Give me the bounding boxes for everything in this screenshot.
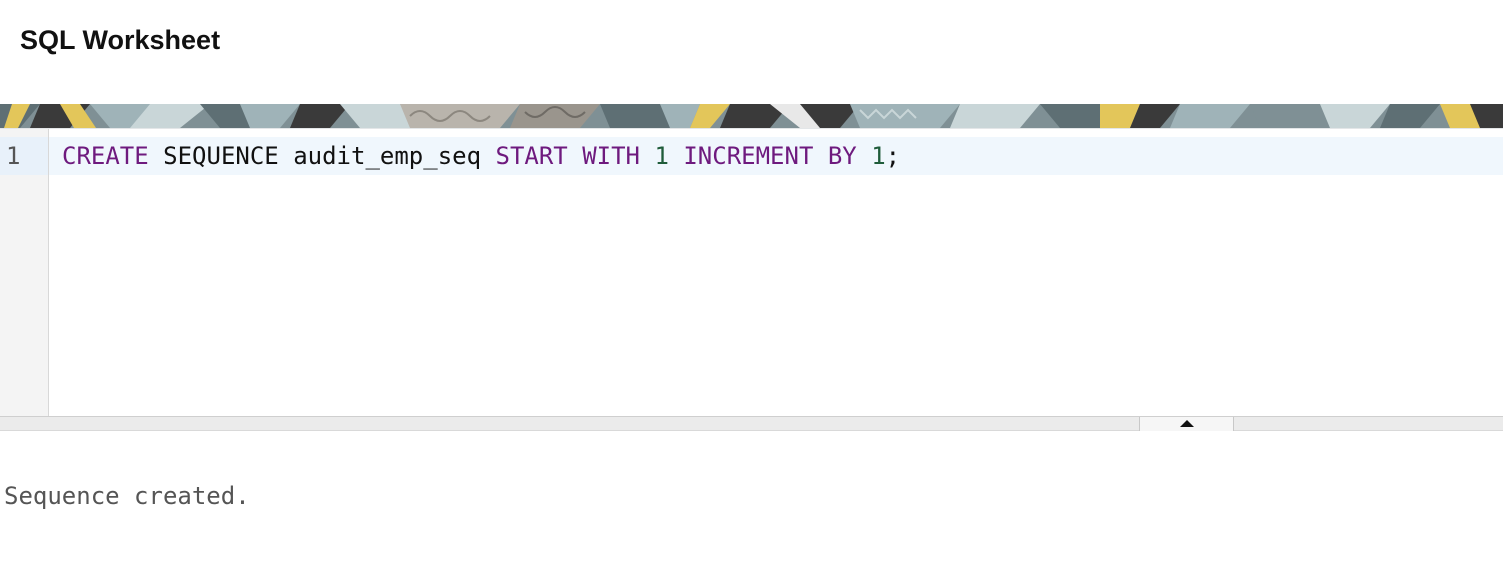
line-number-gutter: 1 xyxy=(0,129,49,417)
page-title: SQL Worksheet xyxy=(20,25,221,55)
output-message: Sequence created. xyxy=(4,482,250,510)
line-number: 1 xyxy=(0,137,48,175)
output-pane: Sequence created. xyxy=(0,432,1503,579)
keyword-token: BY xyxy=(827,142,857,170)
pane-splitter[interactable] xyxy=(0,416,1503,431)
banner-pattern xyxy=(0,104,1503,128)
collapse-output-button[interactable] xyxy=(1139,417,1234,431)
number-token: 1 xyxy=(654,142,669,170)
sql-editor[interactable]: 1 CREATE SEQUENCE audit_emp_seq START WI… xyxy=(0,128,1503,417)
number-token: 1 xyxy=(871,142,886,170)
code-line[interactable]: CREATE SEQUENCE audit_emp_seq START WITH… xyxy=(62,137,900,175)
triangle-up-icon xyxy=(1180,420,1194,427)
keyword-token: CREATE xyxy=(62,142,149,170)
keyword-token: START xyxy=(495,142,568,170)
code-area[interactable]: CREATE SEQUENCE audit_emp_seq START WITH… xyxy=(49,129,1503,417)
identifier-token: SEQUENCE xyxy=(163,142,279,170)
keyword-token: INCREMENT xyxy=(683,142,814,170)
decorative-banner xyxy=(0,104,1503,128)
identifier-token: audit_emp_seq xyxy=(293,142,482,170)
keyword-token: WITH xyxy=(582,142,640,170)
punctuation-token: ; xyxy=(885,142,901,170)
